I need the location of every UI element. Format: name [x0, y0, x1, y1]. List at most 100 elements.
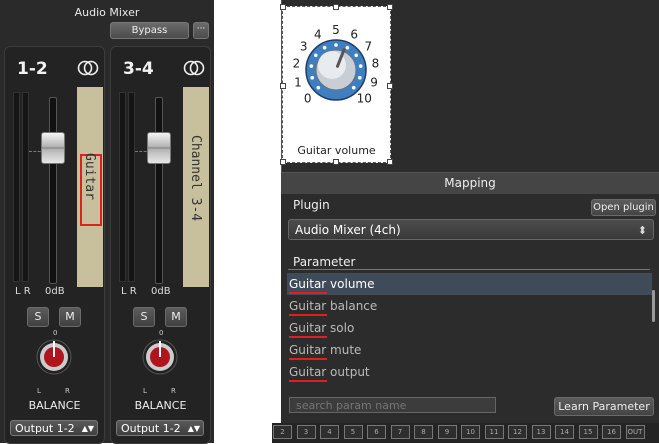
channel-strip-1-2: 1-2 Guitar L R 0dB S M 0 L R BALANCE Out…: [4, 46, 105, 444]
knob-tick: [310, 75, 315, 80]
tape-label-text: Guitar: [82, 153, 97, 200]
lr-label: L R: [121, 286, 137, 297]
channel-strip-3-4: 3-4 Channel 3-4 L R 0dB S M 0 L R BALANC…: [110, 46, 211, 444]
knob-tick: [316, 85, 321, 90]
red-underline: [289, 358, 327, 360]
channel-tape-label[interactable]: Guitar: [77, 87, 103, 287]
knob-scale-label: 4: [314, 27, 322, 41]
stereo-link-icon[interactable]: [77, 59, 99, 77]
volume-fader[interactable]: [41, 132, 65, 164]
knob-tick: [309, 64, 314, 68]
parameter-list-scrollbar[interactable]: [652, 290, 655, 322]
channel-button-out[interactable]: OUT: [625, 425, 645, 439]
knob-tick: [357, 75, 362, 80]
channel-button-11[interactable]: 11: [484, 425, 504, 439]
mute-button[interactable]: M: [59, 307, 81, 327]
output-select-value: Output 1-2: [121, 422, 181, 435]
knob-tick: [334, 43, 338, 47]
level-meter-left: [119, 92, 126, 282]
channel-button-7[interactable]: 7: [390, 425, 410, 439]
output-select[interactable]: Output 1-2 ▲▼: [10, 420, 98, 436]
level-meter-right: [128, 92, 135, 282]
channel-button-3[interactable]: 3: [296, 425, 316, 439]
mute-button[interactable]: M: [165, 307, 187, 327]
knob-scale-label: 3: [300, 39, 308, 53]
channel-tape-label[interactable]: Channel 3-4: [183, 87, 209, 287]
knob-scale-label: 7: [365, 39, 373, 53]
open-plugin-button[interactable]: Open plugin: [591, 199, 656, 216]
channel-button-16[interactable]: 16: [602, 425, 621, 439]
select-arrows-icon: ⬍: [637, 224, 647, 237]
channel-button-4[interactable]: 4: [320, 425, 339, 439]
resize-handle[interactable]: [280, 159, 286, 165]
plugin-select[interactable]: Audio Mixer (4ch) ⬍: [288, 219, 654, 240]
mixer-title: Audio Mixer: [74, 6, 140, 19]
solo-button[interactable]: S: [27, 307, 49, 327]
channel-button-10[interactable]: 10: [461, 425, 480, 439]
volume-fader[interactable]: [147, 132, 171, 164]
plugin-label: Plugin: [293, 198, 330, 212]
bypass-button[interactable]: Bypass: [110, 22, 189, 39]
select-arrows-icon: ▲▼: [187, 424, 200, 433]
knob-tick: [351, 85, 356, 90]
output-select[interactable]: Output 1-2 ▲▼: [116, 420, 204, 436]
level-meter-left: [13, 92, 20, 282]
solo-button[interactable]: S: [133, 307, 155, 327]
channel-button-6[interactable]: 6: [367, 425, 386, 439]
knob-tick: [313, 53, 318, 58]
red-underline: [289, 292, 327, 294]
search-param-input[interactable]: [289, 397, 496, 413]
knob-scale-label: 9: [370, 75, 378, 89]
red-underline: [289, 336, 327, 338]
balance-left-label: L: [37, 387, 41, 395]
parameter-item[interactable]: Guitar solo: [287, 317, 652, 339]
knob-scale-label: 2: [293, 57, 301, 71]
knob-widget[interactable]: 0 1 2 3 4 5 6 7 8 9 10: [280, 4, 393, 165]
balance-knob[interactable]: [138, 333, 182, 385]
lr-label: L R: [15, 286, 31, 297]
volume-knob[interactable]: 01 2 34 5 67 8 9 10: [283, 7, 390, 142]
balance-knob[interactable]: [32, 333, 76, 385]
knob-tick: [322, 45, 327, 50]
more-options-button[interactable]: ···: [193, 22, 209, 39]
red-underline: [289, 380, 327, 382]
stereo-link-icon[interactable]: [183, 59, 205, 77]
channel-button-14[interactable]: 14: [555, 425, 574, 439]
channel-button-8[interactable]: 8: [414, 425, 433, 439]
resize-handle[interactable]: [387, 159, 393, 165]
knob-scale-label: 0: [304, 91, 312, 105]
parameter-item[interactable]: Guitar balance: [287, 295, 652, 317]
parameter-item[interactable]: Guitar output: [287, 361, 652, 383]
parameter-item[interactable]: Guitar volume: [287, 273, 652, 295]
strip-name: 1-2: [17, 59, 48, 79]
knob-scale-label: 5: [332, 23, 340, 37]
divider: [288, 269, 650, 270]
balance-right-label: R: [65, 387, 70, 395]
level-readout: 0dB: [151, 286, 171, 297]
parameter-label: Parameter: [293, 255, 356, 269]
tape-label-text: Channel 3-4: [188, 135, 203, 222]
channel-button-5[interactable]: 5: [343, 425, 363, 439]
mapping-header: Mapping: [281, 172, 659, 194]
resize-handle[interactable]: [333, 159, 339, 165]
channel-button-2[interactable]: 2: [273, 425, 292, 439]
balance-left-label: L: [143, 387, 147, 395]
balance-label: BALANCE: [28, 399, 81, 412]
learn-parameter-button[interactable]: Learn Parameter: [554, 397, 654, 416]
level-readout: 0dB: [45, 286, 65, 297]
balance-label: BALANCE: [134, 399, 187, 412]
knob-scale-label: 10: [357, 91, 372, 105]
channel-button-15[interactable]: 15: [578, 425, 598, 439]
channel-button-13[interactable]: 13: [531, 425, 551, 439]
parameter-item-label: Guitar volume: [289, 277, 375, 291]
parameter-item-label: Guitar solo: [289, 321, 355, 335]
parameter-item-label: Guitar output: [289, 365, 370, 379]
channel-button-12[interactable]: 12: [508, 425, 527, 439]
channel-button-9[interactable]: 9: [437, 425, 457, 439]
parameter-item[interactable]: Guitar mute: [287, 339, 652, 361]
level-meter-right: [22, 92, 29, 282]
knob-scale-label: 1: [294, 75, 302, 89]
plugin-select-value: Audio Mixer (4ch): [295, 223, 401, 237]
knob-tick: [358, 64, 363, 68]
parameter-item-label: Guitar balance: [289, 299, 378, 313]
